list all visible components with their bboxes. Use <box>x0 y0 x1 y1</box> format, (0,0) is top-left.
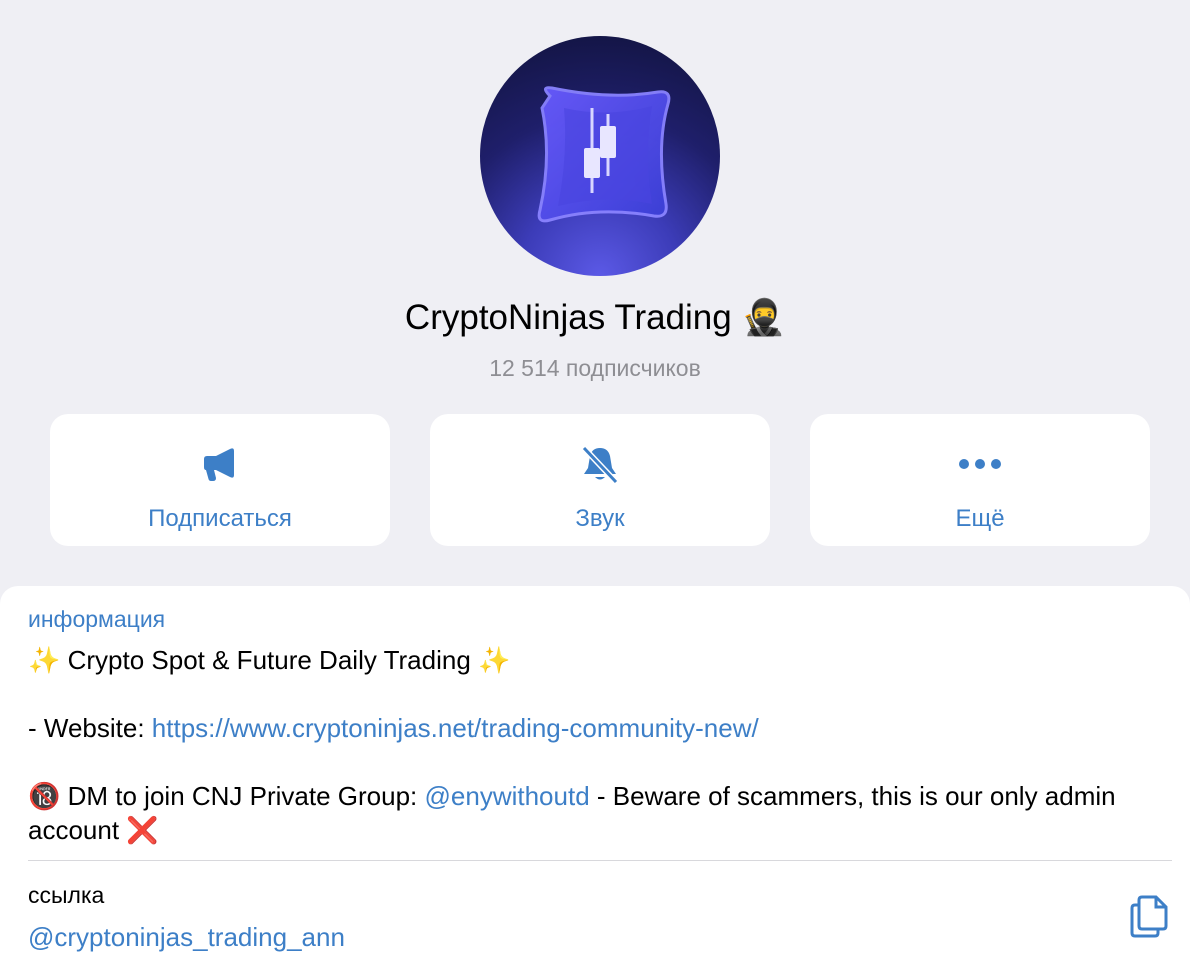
cross-mark-emoji: ❌ <box>126 815 159 845</box>
description-line-dm: 🔞 DM to join CNJ Private Group: @enywith… <box>28 779 1168 847</box>
megaphone-icon <box>198 444 242 484</box>
candlestick-logo-icon <box>537 86 671 223</box>
description-line-1: ✨ Crypto Spot & Future Daily Trading ✨ <box>28 643 1168 677</box>
info-heading: информация <box>28 606 166 632</box>
admin-handle-link[interactable]: @enywithoutd <box>425 781 590 811</box>
sound-label: Звук <box>575 505 625 532</box>
subscribe-button[interactable]: Подписаться <box>50 414 390 546</box>
more-label: Ещё <box>955 505 1005 532</box>
subscriber-count: 12 514 подписчиков <box>489 355 701 381</box>
more-button[interactable]: Ещё <box>810 414 1150 546</box>
sound-button[interactable]: Звук <box>430 414 770 546</box>
divider <box>28 860 1172 861</box>
no-under-18-emoji: 🔞 <box>28 781 61 811</box>
ellipsis-icon <box>958 444 1002 484</box>
subscribe-label: Подписаться <box>148 505 292 532</box>
channel-title: CryptoNinjas Trading 🥷 <box>0 296 1190 340</box>
channel-profile: CryptoNinjas Trading 🥷 12 514 подписчико… <box>0 0 1190 970</box>
ninja-emoji: 🥷 <box>741 298 786 337</box>
channel-title-text: CryptoNinjas Trading <box>404 298 732 337</box>
copy-icon[interactable] <box>1128 894 1170 938</box>
link-heading: ссылка <box>28 882 105 908</box>
description-line-website: - Website: https://www.cryptoninjas.net/… <box>28 711 1168 745</box>
website-prefix: - Website: <box>28 713 152 743</box>
tagline-text: Crypto Spot & Future Daily Trading <box>67 645 471 675</box>
sparkles-emoji: ✨ <box>478 645 511 675</box>
bell-slash-icon <box>578 444 622 484</box>
website-link[interactable]: https://www.cryptoninjas.net/trading-com… <box>152 713 759 743</box>
channel-avatar[interactable] <box>480 36 720 276</box>
dm-text: DM to join CNJ Private Group: <box>67 781 425 811</box>
sparkles-emoji: ✨ <box>28 645 61 675</box>
channel-description: ✨ Crypto Spot & Future Daily Trading ✨ -… <box>28 643 1168 847</box>
channel-username-link[interactable]: @cryptoninjas_trading_ann <box>28 920 345 954</box>
